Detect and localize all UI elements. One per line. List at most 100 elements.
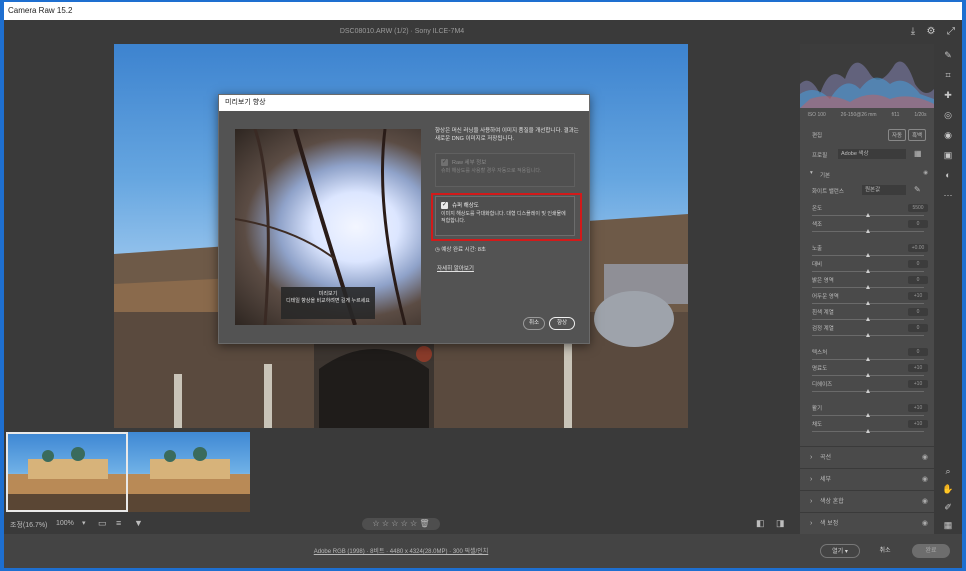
filmstrip-thumb[interactable] <box>6 432 128 512</box>
slider-value[interactable]: 0 <box>908 348 928 356</box>
basic-header[interactable]: ▾ 기본 ◉ <box>800 168 934 180</box>
slider-value[interactable]: 5500 <box>908 204 928 212</box>
slider-value[interactable]: 0 <box>908 220 928 228</box>
slider-value[interactable]: +10 <box>908 420 928 428</box>
slider-thumb[interactable] <box>866 429 870 433</box>
grid-icon[interactable]: ▦ <box>914 149 922 158</box>
slider-thumb[interactable] <box>866 357 870 361</box>
eye-icon[interactable]: ◉ <box>922 513 928 534</box>
slider-thumb[interactable] <box>866 373 870 377</box>
slider-thumb[interactable] <box>866 301 870 305</box>
slider-track[interactable] <box>812 373 924 377</box>
color-sampler-icon[interactable]: ✐ <box>941 500 955 514</box>
done-button[interactable]: 완료 <box>912 544 950 558</box>
edit-icon[interactable]: ✎ <box>941 48 955 62</box>
slider-row: 활기 +10 <box>800 404 934 418</box>
zoom-value[interactable]: 100% <box>56 520 74 527</box>
section-color-mixer[interactable]: › 색상 혼합 ◉ <box>800 490 934 512</box>
mask-icon[interactable]: ◎ <box>941 108 955 122</box>
slider-value[interactable]: 0 <box>908 276 928 284</box>
slider-track[interactable] <box>812 413 924 417</box>
eye-icon[interactable]: ◉ <box>922 491 928 513</box>
slider-thumb[interactable] <box>866 317 870 321</box>
section-curves[interactable]: › 곡선 ◉ <box>800 446 934 468</box>
slider-value[interactable]: +10 <box>908 292 928 300</box>
hand-icon[interactable]: ✋ <box>941 482 955 496</box>
dialog-enhance-button[interactable]: 향상 <box>549 317 575 330</box>
more-icon[interactable]: ⋯ <box>941 188 955 202</box>
slider-value[interactable]: +10 <box>908 404 928 412</box>
slider-value[interactable]: +0.00 <box>908 244 928 252</box>
crop-icon[interactable]: ⌗ <box>941 68 955 82</box>
slider-value[interactable]: 0 <box>908 260 928 268</box>
section-label: 색 보정 <box>820 521 839 527</box>
section-color-grading[interactable]: › 색 보정 ◉ <box>800 512 934 534</box>
slider-track[interactable] <box>812 285 924 289</box>
enhance-preview-image[interactable]: 미리보기 디테일 향상을 비교하려면 길게 누르세요 <box>235 129 421 325</box>
slider-thumb[interactable] <box>866 285 870 289</box>
compare-icon[interactable]: ◧ <box>756 518 765 529</box>
slider-thumb[interactable] <box>866 253 870 257</box>
gear-icon[interactable]: ⚙ <box>924 25 938 39</box>
raw-detail-text: 슈퍼 해상도를 사용할 경우 자동으로 적용됩니다. <box>441 168 542 174</box>
slider-track[interactable] <box>812 429 924 433</box>
chevron-down-icon[interactable]: ▾ <box>82 519 86 527</box>
slider-value[interactable]: 0 <box>908 324 928 332</box>
section-detail[interactable]: › 세부 ◉ <box>800 468 934 490</box>
eye-icon[interactable]: ◉ <box>922 447 928 469</box>
edit-panel: ISO 100 26-150@26 mm f/11 1/20s 편집 자동 흑백… <box>800 44 934 534</box>
star-rating[interactable]: ☆ ☆ ☆ ☆ ☆ 🗑 <box>362 518 440 530</box>
slider-thumb[interactable] <box>866 389 870 393</box>
heal-icon[interactable]: ✚ <box>941 88 955 102</box>
slider-value[interactable]: +10 <box>908 364 928 372</box>
slider-thumb[interactable] <box>866 413 870 417</box>
slider-row: 흰색 계열 0 <box>800 308 934 322</box>
save-icon[interactable]: ⤓ <box>906 25 920 39</box>
slider-track[interactable] <box>812 301 924 305</box>
filmstrip-thumb[interactable] <box>128 432 250 512</box>
dialog-cancel-button[interactable]: 취소 <box>523 317 545 330</box>
learn-more-link[interactable]: 자세히 알아보기 <box>437 264 474 272</box>
slider-thumb[interactable] <box>866 269 870 273</box>
slider-track[interactable] <box>812 253 924 257</box>
eye-icon[interactable]: ◉ <box>922 469 928 491</box>
profile-select[interactable]: Adobe 색상 <box>838 149 906 159</box>
eye-icon[interactable]: ◉ <box>923 170 928 176</box>
zoom-fit[interactable]: 조정(16.7%) <box>10 520 47 530</box>
zoom-icon[interactable]: ⌕ <box>941 464 955 478</box>
slider-track[interactable] <box>812 389 924 393</box>
open-label: 열기 <box>832 549 844 555</box>
slider-thumb[interactable] <box>866 229 870 233</box>
workflow-options-link[interactable]: Adobe RGB (1998) · 8비트 · 4480 x 4324(28.… <box>4 546 798 555</box>
slider-value[interactable]: +10 <box>908 380 928 388</box>
filter-icon[interactable]: ▼ <box>134 518 143 528</box>
white-balance-select[interactable]: 원본값 <box>862 185 906 195</box>
slider-value[interactable]: 0 <box>908 308 928 316</box>
slider-thumb[interactable] <box>866 333 870 337</box>
sort-icon[interactable]: ≡ <box>116 518 121 528</box>
cancel-button[interactable]: 취소 <box>870 544 900 558</box>
edit-header: 편집 자동 흑백 <box>800 128 934 142</box>
slider-thumb[interactable] <box>866 213 870 217</box>
snapshot-icon[interactable]: ▣ <box>941 148 955 162</box>
slider-track[interactable] <box>812 317 924 321</box>
slider-track[interactable] <box>812 333 924 337</box>
slider-row: 노출 +0.00 <box>800 244 934 258</box>
title-bar: Camera Raw 15.2 <box>4 2 962 20</box>
presets-icon[interactable]: ◐ <box>941 168 955 182</box>
slider-track[interactable] <box>812 229 924 233</box>
slider-label: 밝은 영역 <box>812 278 834 284</box>
slider-track[interactable] <box>812 213 924 217</box>
bw-button[interactable]: 흑백 <box>908 129 927 141</box>
open-button[interactable]: 열기 ▾ <box>820 544 860 558</box>
fullscreen-icon[interactable]: ⤢ <box>944 25 958 39</box>
auto-button[interactable]: 자동 <box>888 129 907 141</box>
filmstrip-icon[interactable]: ▭ <box>98 518 107 529</box>
slider-track[interactable] <box>812 269 924 273</box>
section-label: 색상 혼합 <box>820 499 844 505</box>
split-view-icon[interactable]: ◨ <box>776 518 785 529</box>
redeye-icon[interactable]: ◉ <box>941 128 955 142</box>
eyedropper-icon[interactable]: ✎ <box>914 185 921 194</box>
grid-overlay-icon[interactable]: ▦ <box>941 518 955 532</box>
slider-track[interactable] <box>812 357 924 361</box>
